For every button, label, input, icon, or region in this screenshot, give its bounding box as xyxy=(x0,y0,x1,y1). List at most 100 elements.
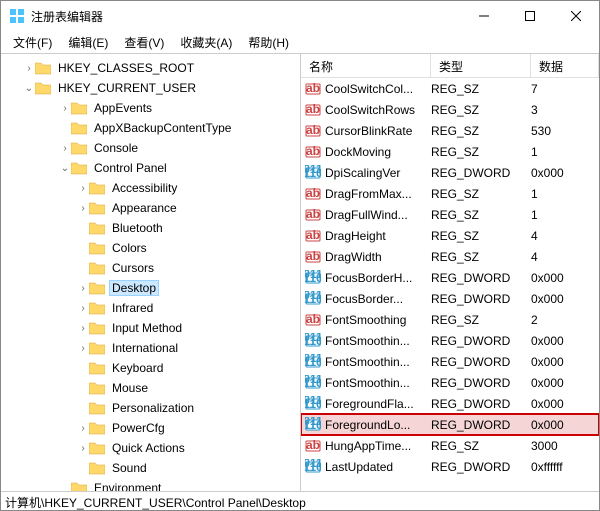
menu-favorites[interactable]: 收藏夹(A) xyxy=(172,32,240,53)
tree-item[interactable]: ⌄ HKEY_CURRENT_USER xyxy=(1,78,300,98)
tree-item[interactable]: AppXBackupContentType xyxy=(1,118,300,138)
tree-label: Personalization xyxy=(109,400,197,416)
value-row[interactable]: 011110DpiScalingVerREG_DWORD0x000 xyxy=(301,162,599,183)
value-row[interactable]: 011110FontSmoothin...REG_DWORD0x000 xyxy=(301,372,599,393)
expand-icon[interactable]: › xyxy=(77,183,89,194)
tree-label: HKEY_CURRENT_USER xyxy=(55,80,199,96)
value-row[interactable]: abDragFromMax...REG_SZ1 xyxy=(301,183,599,204)
value-row[interactable]: abCoolSwitchRowsREG_SZ3 xyxy=(301,99,599,120)
value-type: REG_SZ xyxy=(431,439,531,453)
value-type: REG_DWORD xyxy=(431,166,531,180)
value-row[interactable]: 011110FocusBorder...REG_DWORD0x000 xyxy=(301,288,599,309)
expand-icon[interactable]: › xyxy=(77,443,89,454)
header-name[interactable]: 名称 xyxy=(301,54,431,77)
value-row[interactable]: abDragFullWind...REG_SZ1 xyxy=(301,204,599,225)
menu-edit[interactable]: 编辑(E) xyxy=(60,32,116,53)
value-row[interactable]: abCoolSwitchCol...REG_SZ7 xyxy=(301,78,599,99)
value-row[interactable]: abHungAppTime...REG_SZ3000 xyxy=(301,435,599,456)
statusbar: 计算机\HKEY_CURRENT_USER\Control Panel\Desk… xyxy=(1,491,599,511)
expand-icon[interactable]: › xyxy=(77,203,89,214)
svg-text:110: 110 xyxy=(305,334,321,348)
menu-view[interactable]: 查看(V) xyxy=(116,32,172,53)
tree-panel[interactable]: ›HKEY_CLASSES_ROOT⌄HKEY_CURRENT_USER›App… xyxy=(1,53,301,491)
expand-icon[interactable]: › xyxy=(77,343,89,354)
expand-icon[interactable]: › xyxy=(59,143,71,154)
expand-icon[interactable]: › xyxy=(59,103,71,114)
expand-icon[interactable]: › xyxy=(23,63,35,74)
tree-item[interactable]: ›International xyxy=(1,338,300,358)
value-type: REG_SZ xyxy=(431,103,531,117)
tree-label: Keyboard xyxy=(109,360,166,376)
value-row[interactable]: 011110FontSmoothin...REG_DWORD0x000 xyxy=(301,330,599,351)
svg-text:110: 110 xyxy=(305,166,321,180)
tree-item[interactable]: Colors xyxy=(1,238,300,258)
value-row[interactable]: 011110FocusBorderH...REG_DWORD0x000 xyxy=(301,267,599,288)
menu-help[interactable]: 帮助(H) xyxy=(240,32,297,53)
value-row[interactable]: abDockMovingREG_SZ1 xyxy=(301,141,599,162)
value-data: 1 xyxy=(531,208,599,222)
dword-value-icon: 011110 xyxy=(305,270,321,286)
value-row[interactable]: 011110FontSmoothin...REG_DWORD0x000 xyxy=(301,351,599,372)
folder-icon xyxy=(89,281,105,295)
expand-icon[interactable]: › xyxy=(77,283,89,294)
values-list[interactable]: abCoolSwitchCol...REG_SZ7abCoolSwitchRow… xyxy=(301,78,599,491)
header-data[interactable]: 数据 xyxy=(531,54,599,77)
expand-icon[interactable]: › xyxy=(77,303,89,314)
value-row[interactable]: 011110LastUpdatedREG_DWORD0xffffff xyxy=(301,456,599,477)
string-value-icon: ab xyxy=(305,249,321,265)
close-button[interactable] xyxy=(553,1,599,31)
value-type: REG_SZ xyxy=(431,187,531,201)
value-data: 0x000 xyxy=(531,334,599,348)
tree-item[interactable]: Mouse xyxy=(1,378,300,398)
tree-item[interactable]: ›HKEY_CLASSES_ROOT xyxy=(1,58,300,78)
value-row[interactable]: 011110ForegroundFla...REG_DWORD0x000 xyxy=(301,393,599,414)
value-row[interactable]: abFontSmoothingREG_SZ2 xyxy=(301,309,599,330)
value-name: FontSmoothin... xyxy=(325,376,431,390)
svg-text:ab: ab xyxy=(306,207,320,221)
minimize-button[interactable] xyxy=(461,1,507,31)
value-name: FocusBorderH... xyxy=(325,271,431,285)
expand-icon[interactable]: ⌄ xyxy=(23,83,35,94)
value-data: 3000 xyxy=(531,439,599,453)
tree-item[interactable]: ›Accessibility xyxy=(1,178,300,198)
tree-item[interactable]: ›Console xyxy=(1,138,300,158)
tree-item[interactable]: Keyboard xyxy=(1,358,300,378)
header-type[interactable]: 类型 xyxy=(431,54,531,77)
tree-item[interactable]: ›Appearance xyxy=(1,198,300,218)
svg-text:110: 110 xyxy=(305,355,321,369)
value-type: REG_DWORD xyxy=(431,334,531,348)
menu-file[interactable]: 文件(F) xyxy=(5,32,60,53)
tree-item[interactable]: ›Infrared xyxy=(1,298,300,318)
svg-text:110: 110 xyxy=(305,271,321,285)
tree-item[interactable]: Cursors xyxy=(1,258,300,278)
tree-item[interactable]: ›Quick Actions xyxy=(1,438,300,458)
string-value-icon: ab xyxy=(305,312,321,328)
tree-item[interactable]: ›AppEvents xyxy=(1,98,300,118)
expand-icon[interactable]: › xyxy=(77,323,89,334)
tree-item[interactable]: ›Input Method xyxy=(1,318,300,338)
tree-item[interactable]: ⌄Control Panel xyxy=(1,158,300,178)
svg-text:ab: ab xyxy=(306,81,320,95)
expand-icon[interactable]: › xyxy=(77,423,89,434)
value-type: REG_SZ xyxy=(431,229,531,243)
tree-item[interactable]: Sound xyxy=(1,458,300,478)
tree-item[interactable]: ›PowerCfg xyxy=(1,418,300,438)
tree-item[interactable]: Bluetooth xyxy=(1,218,300,238)
tree-item[interactable]: Environment xyxy=(1,478,300,491)
string-value-icon: ab xyxy=(305,186,321,202)
maximize-button[interactable] xyxy=(507,1,553,31)
tree-label: Desktop xyxy=(109,280,159,296)
value-row[interactable]: abDragWidthREG_SZ4 xyxy=(301,246,599,267)
value-data: 0xffffff xyxy=(531,460,599,474)
value-data: 530 xyxy=(531,124,599,138)
value-row[interactable]: 011110ForegroundLo...REG_DWORD0x000 xyxy=(301,414,599,435)
expand-icon[interactable]: ⌄ xyxy=(59,163,71,174)
tree-item[interactable]: › Desktop xyxy=(1,278,300,298)
value-name: CoolSwitchCol... xyxy=(325,82,431,96)
value-row[interactable]: abCursorBlinkRateREG_SZ530 xyxy=(301,120,599,141)
svg-text:110: 110 xyxy=(305,376,321,390)
tree-item[interactable]: Personalization xyxy=(1,398,300,418)
value-type: REG_DWORD xyxy=(431,355,531,369)
folder-icon xyxy=(89,261,105,275)
value-row[interactable]: abDragHeightREG_SZ4 xyxy=(301,225,599,246)
